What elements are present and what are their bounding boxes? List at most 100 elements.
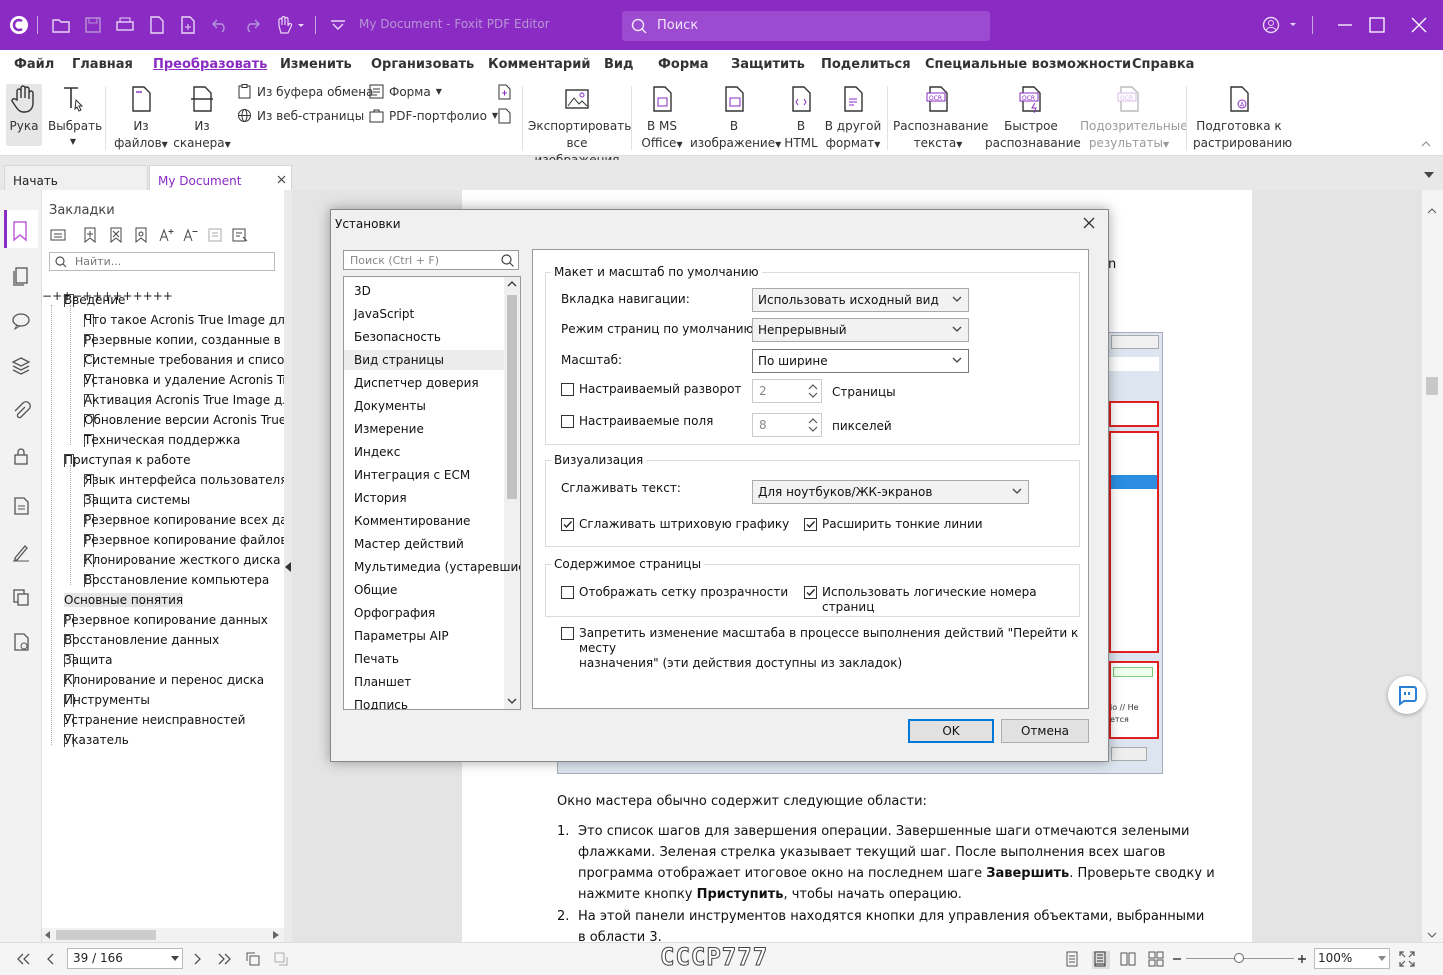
- menu-home[interactable]: Главная: [72, 57, 133, 72]
- pdf-portfolio-button[interactable]: PDF-портфолио ▼: [369, 108, 498, 123]
- category-item[interactable]: Документы: [354, 396, 426, 416]
- close-icon[interactable]: [1408, 13, 1430, 37]
- bookmark-item[interactable]: Приступая к работе: [64, 450, 191, 470]
- comments-panel-icon[interactable]: [11, 311, 33, 333]
- category-item[interactable]: Мультимедиа (устаревшие: [354, 557, 520, 577]
- expand-bookmark-icon[interactable]: [207, 227, 225, 245]
- redo-icon[interactable]: [241, 13, 263, 37]
- smooth-lineart-checkbox[interactable]: Сглаживать штриховую графику: [561, 517, 789, 532]
- spread-spinner[interactable]: 2: [752, 379, 822, 403]
- to-office-button[interactable]: В MS Office▼: [638, 84, 686, 153]
- new-doc-icon[interactable]: [177, 13, 199, 37]
- category-item[interactable]: Печать: [354, 649, 399, 669]
- prev-page-icon[interactable]: [43, 951, 61, 969]
- bookmark-item[interactable]: Устранение неисправностей: [64, 710, 245, 730]
- category-item[interactable]: История: [354, 488, 407, 508]
- bookmark-item[interactable]: Инструменты: [64, 690, 150, 710]
- last-page-icon[interactable]: [217, 951, 235, 969]
- category-item[interactable]: Измерение: [354, 419, 424, 439]
- select-button[interactable]: Выбрать ▼: [48, 84, 102, 150]
- chat-assistant-button[interactable]: [1388, 676, 1426, 714]
- panel-splitter[interactable]: [284, 190, 292, 942]
- category-item[interactable]: Общие: [354, 580, 397, 600]
- custom-spread-checkbox[interactable]: Настраиваемый разворот: [561, 382, 741, 397]
- ok-button[interactable]: OK: [908, 719, 994, 743]
- single-page-view-icon[interactable]: [1064, 951, 1082, 969]
- bookmark-hscrollbar[interactable]: [42, 928, 284, 942]
- logical-page-numbers-checkbox[interactable]: Использовать логические номера страниц: [804, 585, 1088, 615]
- menu-file[interactable]: Файл: [14, 57, 54, 72]
- zoom-slider[interactable]: [1186, 953, 1294, 963]
- decrease-font-icon[interactable]: [182, 227, 200, 245]
- bookmark-panel-icon[interactable]: [11, 220, 33, 242]
- margins-spinner[interactable]: 8: [752, 413, 822, 437]
- spinner-arrows-icon[interactable]: [807, 415, 819, 435]
- category-item[interactable]: 3D: [354, 281, 371, 301]
- bookmark-item[interactable]: Системные требования и список: [84, 350, 284, 370]
- expand-icon[interactable]: +: [52, 289, 62, 303]
- bookmark-item[interactable]: Резервное копирование файлов: [84, 530, 284, 550]
- menu-organize[interactable]: Организовать: [371, 57, 474, 72]
- from-files-button[interactable]: Из файлов▼: [112, 84, 170, 153]
- content-panel-icon[interactable]: [11, 587, 33, 609]
- hand-tool-dropdown-icon[interactable]: [273, 13, 307, 37]
- category-scrollbar[interactable]: [504, 277, 520, 709]
- preflight-button[interactable]: A Подготовка к растрированию: [1193, 84, 1292, 152]
- bookmark-item[interactable]: Резервное копирование всех дан: [84, 510, 284, 530]
- category-item[interactable]: Мастер действий: [354, 534, 464, 554]
- cancel-button[interactable]: Отмена: [1001, 719, 1089, 743]
- bookmark-item[interactable]: Защита: [64, 650, 113, 670]
- create-pdf-icon[interactable]: [146, 13, 168, 37]
- form-button[interactable]: Форма ▼: [369, 84, 442, 99]
- collapse-ribbon-icon[interactable]: [1421, 140, 1433, 150]
- nav-tab-select[interactable]: Использовать исходный вид: [752, 288, 969, 312]
- to-image-button[interactable]: В изображение▼: [690, 84, 781, 153]
- fullscreen-icon[interactable]: [1399, 951, 1417, 969]
- document-vscrollbar[interactable]: [1422, 190, 1443, 942]
- collapse-icon[interactable]: −: [42, 289, 52, 303]
- layers-panel-icon[interactable]: [11, 356, 33, 378]
- signature-panel-icon[interactable]: [11, 542, 33, 564]
- expand-icon[interactable]: +: [143, 289, 153, 303]
- suspect-results-button[interactable]: OCR Подозрительные результаты▼: [1080, 84, 1188, 153]
- category-item[interactable]: Индекс: [354, 442, 400, 462]
- security-panel-icon[interactable]: [11, 446, 33, 468]
- export-images-button[interactable]: Экспортировать все изображения: [528, 84, 631, 169]
- bookmark-item[interactable]: Обновление версии Acronis True: [84, 410, 284, 430]
- expand-icon[interactable]: +: [163, 289, 173, 303]
- combine-icon[interactable]: [496, 84, 514, 102]
- expand-icon[interactable]: +: [133, 289, 143, 303]
- dialog-close-icon[interactable]: [1082, 216, 1098, 232]
- enhance-thin-lines-checkbox[interactable]: Расширить тонкие линии: [804, 517, 983, 532]
- tab-start[interactable]: Начать: [4, 165, 148, 191]
- category-item[interactable]: Подпись: [354, 695, 408, 709]
- menu-accessibility[interactable]: Специальные возможности: [925, 57, 1131, 72]
- delete-bookmark-icon[interactable]: [108, 227, 126, 245]
- to-html-button[interactable]: В HTML: [781, 84, 821, 152]
- to-other-format-button[interactable]: В другой формат▼: [824, 84, 882, 153]
- category-item[interactable]: Планшет: [354, 672, 411, 692]
- zoom-level-input[interactable]: 100%: [1314, 948, 1390, 969]
- hand-button[interactable]: Рука: [6, 84, 42, 146]
- previous-view-icon[interactable]: [245, 951, 263, 969]
- quick-ocr-button[interactable]: OCR Быстрое распознавание: [985, 84, 1081, 152]
- continuous-view-icon[interactable]: [1092, 951, 1110, 969]
- tag-bookmark-icon[interactable]: [232, 227, 250, 245]
- maximize-icon[interactable]: [1366, 13, 1388, 37]
- add-bookmark-icon[interactable]: [82, 227, 100, 245]
- menu-protect[interactable]: Защитить: [731, 57, 805, 72]
- smooth-text-select[interactable]: Для ноутбуков/ЖК-экранов: [752, 480, 1029, 504]
- accessibility-panel-icon[interactable]: [11, 632, 33, 654]
- bookmark-item[interactable]: Введение: [64, 290, 125, 310]
- bookmark-item[interactable]: Резервное копирование данных: [64, 610, 268, 630]
- bookmark-find-input[interactable]: Найти...: [49, 252, 275, 271]
- bookmark-item[interactable]: Резервные копии, созданные в A: [84, 330, 284, 350]
- next-page-icon[interactable]: [189, 951, 207, 969]
- expand-icon[interactable]: +: [153, 289, 163, 303]
- category-item[interactable]: Орфография: [354, 603, 435, 623]
- collapse-panel-icon[interactable]: [285, 562, 291, 572]
- bookmark-item[interactable]: Техническая поддержка: [84, 430, 240, 450]
- preferences-search-input[interactable]: Поиск (Ctrl + F): [343, 250, 519, 270]
- menu-share[interactable]: Поделиться: [821, 57, 911, 72]
- show-transparency-grid-checkbox[interactable]: Отображать сетку прозрачности: [561, 585, 788, 600]
